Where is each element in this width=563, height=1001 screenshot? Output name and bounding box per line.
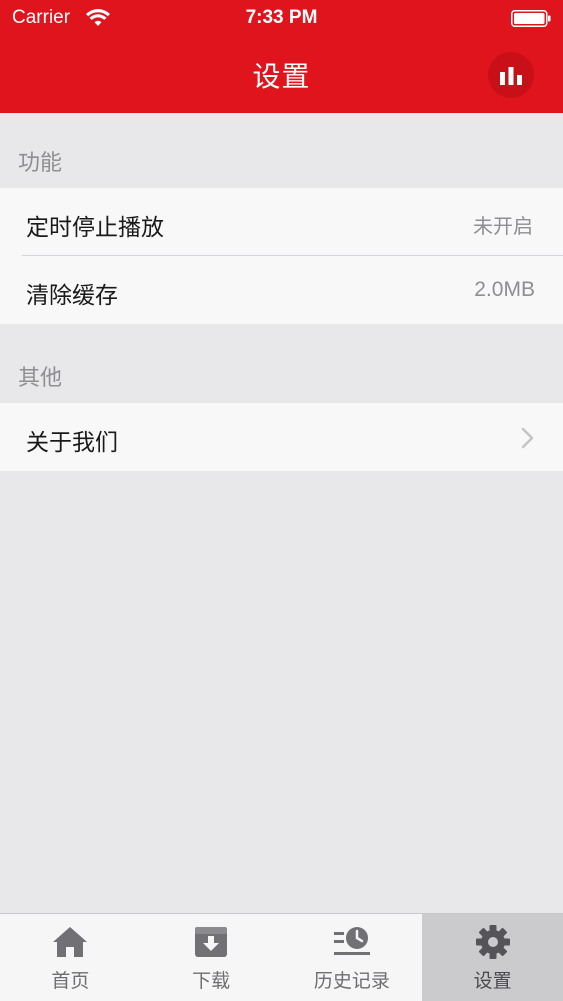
nav-header: Carrier 7:33 PM 设置 <box>0 0 563 113</box>
history-icon <box>333 927 370 955</box>
about-us-label: 关于我们 <box>26 430 118 456</box>
settings-group-function: 定时停止播放 未开启 清除缓存 2.0MB <box>0 188 563 324</box>
bar-chart-icon <box>500 67 522 85</box>
row-clear-cache[interactable]: 清除缓存 2.0MB <box>0 256 563 324</box>
home-icon <box>53 927 88 957</box>
cache-size-value: 2.0MB <box>474 278 535 301</box>
tab-label: 历史记录 <box>313 970 390 992</box>
row-sleep-timer[interactable]: 定时停止播放 未开启 <box>0 188 563 256</box>
tab-label: 下载 <box>192 970 231 992</box>
tab-home[interactable]: 首页 <box>0 914 141 1001</box>
tab-bar: 首页 下载 历史记录 设置 <box>0 913 563 1001</box>
section-header-label: 功能 <box>18 151 63 176</box>
battery-icon <box>511 10 551 27</box>
stats-button[interactable] <box>488 52 534 98</box>
section-header-label: 其他 <box>18 366 63 391</box>
tab-label: 设置 <box>473 970 512 992</box>
tab-settings[interactable]: 设置 <box>422 914 563 1001</box>
settings-group-other: 关于我们 <box>0 403 563 471</box>
status-bar: Carrier 7:33 PM <box>0 0 563 40</box>
row-about-us[interactable]: 关于我们 <box>0 403 563 471</box>
sleep-timer-value: 未开启 <box>473 214 533 238</box>
status-time: 7:33 PM <box>245 7 318 28</box>
page-title: 设置 <box>252 60 311 93</box>
gear-icon <box>475 925 510 959</box>
tab-download[interactable]: 下载 <box>141 914 282 1001</box>
download-icon <box>195 927 228 957</box>
chevron-right-icon <box>521 427 534 449</box>
tab-history[interactable]: 历史记录 <box>282 914 423 1001</box>
tab-label: 首页 <box>51 970 90 992</box>
sleep-timer-label: 定时停止播放 <box>26 215 164 241</box>
clear-cache-label: 清除缓存 <box>26 283 118 309</box>
